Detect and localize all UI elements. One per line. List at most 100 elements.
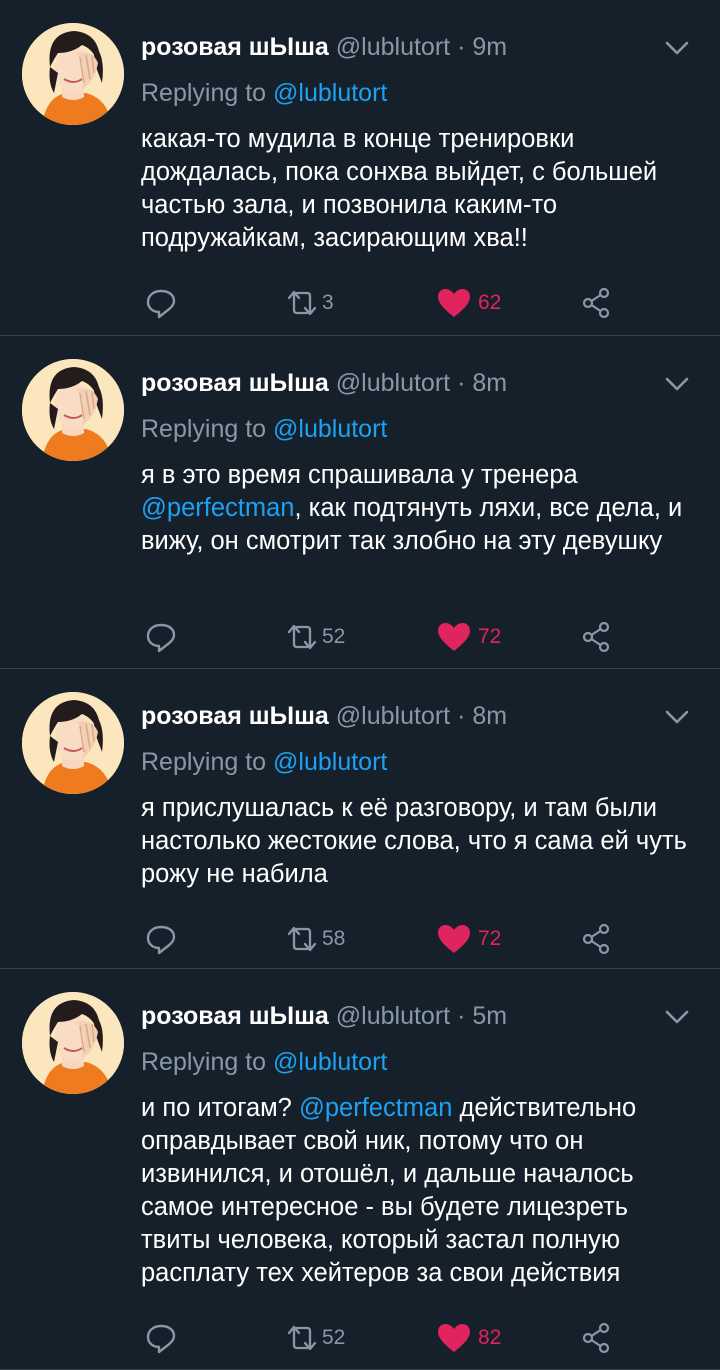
retweet-icon xyxy=(285,924,319,954)
avatar[interactable] xyxy=(22,692,124,794)
share-icon xyxy=(580,1321,614,1355)
handle[interactable]: @lublutort xyxy=(336,369,450,397)
avatar[interactable] xyxy=(22,992,124,1094)
like-count: 82 xyxy=(478,1326,502,1349)
tweet-text-segment: какая-то мудила в конце тренировки дожда… xyxy=(141,125,658,252)
separator-dot: · xyxy=(457,1002,466,1030)
reply-icon xyxy=(144,1321,178,1355)
display-name[interactable]: розовая шЫша xyxy=(141,369,329,397)
handle[interactable]: @lublutort xyxy=(336,702,450,730)
chevron-down-icon[interactable] xyxy=(664,38,690,58)
share-icon xyxy=(580,620,614,654)
tweet[interactable]: розовая шЫша @lublutort · 8m Replying to… xyxy=(0,669,720,969)
tweet-actions: 52 82 xyxy=(0,1318,720,1358)
replying-to: Replying to @lublutort xyxy=(141,413,387,445)
share-button[interactable] xyxy=(580,617,614,657)
tweet-header: розовая шЫша @lublutort · 8m xyxy=(141,366,507,400)
tweet-actions: 3 62 xyxy=(0,283,720,323)
timestamp[interactable]: 9m xyxy=(472,33,507,61)
share-button[interactable] xyxy=(580,1318,614,1358)
heart-icon xyxy=(436,287,472,319)
tweet-actions: 58 72 xyxy=(0,919,720,959)
replying-to: Replying to @lublutort xyxy=(141,1046,387,1078)
handle[interactable]: @lublutort xyxy=(336,1002,450,1030)
tweet-text: и по итогам? @perfectman действительно о… xyxy=(141,1092,701,1290)
reply-button[interactable] xyxy=(144,283,178,323)
retweet-icon xyxy=(285,288,319,318)
tweet[interactable]: розовая шЫша @lublutort · 9m Replying to… xyxy=(0,0,720,336)
separator-dot: · xyxy=(457,702,466,730)
replying-to: Replying to @lublutort xyxy=(141,77,387,109)
chevron-down-icon[interactable] xyxy=(664,374,690,394)
tweet-actions: 52 72 xyxy=(0,617,720,657)
tweet-text-segment: действительно оправдывает свой ник, пото… xyxy=(141,1094,637,1287)
separator-dot: · xyxy=(457,33,466,61)
like-button[interactable]: 72 xyxy=(436,617,501,657)
tweet-header: розовая шЫша @lublutort · 9m xyxy=(141,30,507,64)
reply-icon xyxy=(144,922,178,956)
tweet-text-segment: я прислушалась к её разговору, и там был… xyxy=(141,794,687,888)
like-count: 72 xyxy=(478,927,502,950)
replying-to: Replying to @lublutort xyxy=(141,746,387,778)
reply-icon xyxy=(144,620,178,654)
reply-button[interactable] xyxy=(144,617,178,657)
replying-to-label: Replying to xyxy=(141,79,267,107)
reply-mention[interactable]: @lublutort xyxy=(273,1048,387,1076)
chevron-down-icon[interactable] xyxy=(664,1007,690,1027)
tweet-mention[interactable]: @perfectman xyxy=(141,494,294,522)
retweet-count: 58 xyxy=(322,927,346,950)
separator-dot: · xyxy=(457,369,466,397)
share-button[interactable] xyxy=(580,919,614,959)
replying-to-label: Replying to xyxy=(141,415,267,443)
retweet-icon xyxy=(285,622,319,652)
retweet-button[interactable]: 3 xyxy=(285,283,334,323)
timeline: розовая шЫша @lublutort · 9m Replying to… xyxy=(0,0,720,1370)
avatar[interactable] xyxy=(22,23,124,125)
retweet-button[interactable]: 52 xyxy=(285,1318,345,1358)
timestamp[interactable]: 8m xyxy=(472,369,507,397)
tweet[interactable]: розовая шЫша @lublutort · 5m Replying to… xyxy=(0,969,720,1370)
retweet-button[interactable]: 58 xyxy=(285,919,345,959)
retweet-button[interactable]: 52 xyxy=(285,617,345,657)
display-name[interactable]: розовая шЫша xyxy=(141,33,329,61)
handle[interactable]: @lublutort xyxy=(336,33,450,61)
like-button[interactable]: 72 xyxy=(436,919,501,959)
like-count: 72 xyxy=(478,625,502,648)
reply-mention[interactable]: @lublutort xyxy=(273,748,387,776)
tweet-text: я прислушалась к её разговору, и там был… xyxy=(141,792,701,891)
reply-mention[interactable]: @lublutort xyxy=(273,415,387,443)
share-icon xyxy=(580,922,614,956)
like-button[interactable]: 62 xyxy=(436,283,501,323)
tweet-header: розовая шЫша @lublutort · 5m xyxy=(141,999,507,1033)
share-button[interactable] xyxy=(580,283,614,323)
like-button[interactable]: 82 xyxy=(436,1318,501,1358)
replying-to-label: Replying to xyxy=(141,1048,267,1076)
heart-icon xyxy=(436,1322,472,1354)
avatar[interactable] xyxy=(22,359,124,461)
chevron-down-icon[interactable] xyxy=(664,707,690,727)
timestamp[interactable]: 8m xyxy=(472,702,507,730)
tweet-text-segment: и по итогам? xyxy=(141,1094,299,1122)
reply-mention[interactable]: @lublutort xyxy=(273,79,387,107)
retweet-count: 52 xyxy=(322,625,346,648)
retweet-count: 52 xyxy=(322,1326,346,1349)
display-name[interactable]: розовая шЫша xyxy=(141,702,329,730)
tweet-mention[interactable]: @perfectman xyxy=(299,1094,452,1122)
like-count: 62 xyxy=(478,291,502,314)
tweet-text: я в это время спрашивала у тренера @perf… xyxy=(141,459,701,558)
reply-button[interactable] xyxy=(144,919,178,959)
replying-to-label: Replying to xyxy=(141,748,267,776)
tweet-text: какая-то мудила в конце тренировки дожда… xyxy=(141,123,701,255)
tweet-text-segment: я в это время спрашивала у тренера xyxy=(141,461,578,489)
tweet-header: розовая шЫша @lublutort · 8m xyxy=(141,699,507,733)
display-name[interactable]: розовая шЫша xyxy=(141,1002,329,1030)
timestamp[interactable]: 5m xyxy=(472,1002,507,1030)
retweet-icon xyxy=(285,1323,319,1353)
tweet[interactable]: розовая шЫша @lublutort · 8m Replying to… xyxy=(0,336,720,669)
retweet-count: 3 xyxy=(322,291,334,314)
heart-icon xyxy=(436,621,472,653)
share-icon xyxy=(580,286,614,320)
heart-icon xyxy=(436,923,472,955)
reply-icon xyxy=(144,286,178,320)
reply-button[interactable] xyxy=(144,1318,178,1358)
